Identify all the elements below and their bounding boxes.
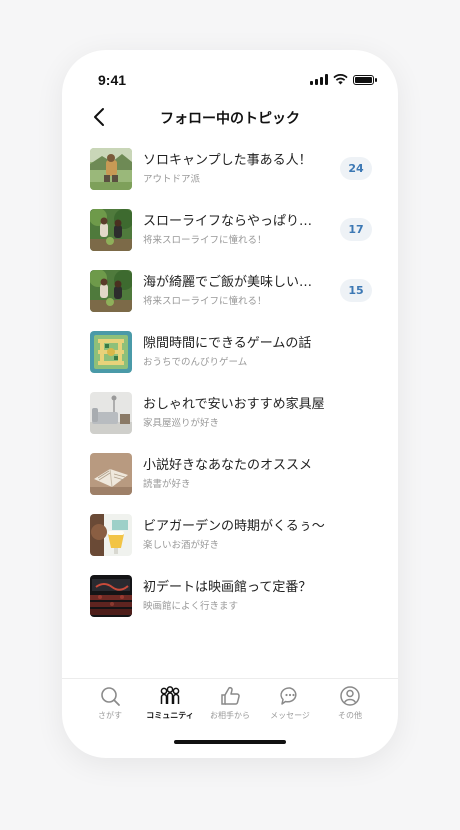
topic-list: ソロキャンプした事ある人！ アウトドア派 24 スローライフならやっぱり… 将来… [90,138,372,626]
topic-row[interactable]: 初デートは映画館って定番？ 映画館によく行きます [90,565,372,626]
signal-icon [310,74,328,85]
page-title: フォロー中のトピック [160,111,300,127]
unread-count-badge: 24 [340,157,372,180]
bottom-tab-bar: さがす コミュニティ お相手から メッセージ その他 [62,678,398,728]
sofa-photo [90,391,132,434]
wifi-icon [333,74,348,85]
topic-title: おしゃれで安いおすすめ家具屋 [143,397,325,412]
topic-title: スローライフならやっぱり… [143,214,313,229]
header: フォロー中のトピック [62,102,398,132]
topic-category: 将来スローライフに憧れる！ [143,235,267,246]
topic-title: 海が綺麗でご飯が美味しい… [143,275,313,290]
battery-icon [353,74,377,85]
topic-title: 初デートは映画館って定番？ [143,580,312,595]
beer-photo [90,513,132,556]
topic-category: 映画館によく行きます [143,601,239,612]
topic-title: ビアガーデンの時期がくるぅ～ [143,519,325,534]
camping-photo [90,147,132,190]
garden-photo [90,269,132,312]
topic-row[interactable]: スローライフならやっぱり… 将来スローライフに憧れる！ 17 [90,199,372,260]
tab-other[interactable]: その他 [320,679,380,728]
message-icon [280,687,297,705]
topic-title: 隙間時間にできるゲームの話 [143,336,312,351]
topic-title: 小説好きなあなたのオススメ [143,458,313,473]
book-photo [90,452,132,495]
phone-frame: 9:41 フォロー中のトピック ソロキャンプした事ある人！ アウトドア派 24 … [62,50,398,758]
home-indicator[interactable] [174,740,286,744]
game-board-photo [90,330,132,373]
cinema-photo [90,574,132,617]
topic-category: 楽しいお酒が好き [143,540,220,551]
topic-row[interactable]: おしゃれで安いおすすめ家具屋 家具屋巡りが好き [90,382,372,443]
community-icon [160,686,180,704]
profile-icon [340,686,360,706]
topic-category: 家具屋巡りが好き [143,418,220,429]
status-icons [310,74,377,85]
topic-category: 将来スローライフに憧れる！ [143,296,267,307]
status-time: 9:41 [98,72,127,88]
unread-count-badge: 15 [340,279,372,302]
status-bar: 9:41 [62,50,398,106]
topic-category: 読書が好き [143,479,191,490]
thumbs-up-icon [221,686,240,705]
garden-photo [90,208,132,251]
unread-count-badge: 17 [340,218,372,241]
tab-label: お相手から [210,711,250,720]
topic-row[interactable]: 隙間時間にできるゲームの話 おうちでのんびりゲーム [90,321,372,382]
search-icon [101,687,120,706]
topic-title: ソロキャンプした事ある人！ [143,153,312,168]
tab-messages[interactable]: メッセージ [260,679,320,728]
tab-from-partner[interactable]: お相手から [200,679,260,728]
tab-label: メッセージ [270,711,310,720]
topic-row[interactable]: ソロキャンプした事ある人！ アウトドア派 24 [90,138,372,199]
tab-label: さがす [98,711,122,720]
topic-row[interactable]: 海が綺麗でご飯が美味しい… 将来スローライフに憧れる！ 15 [90,260,372,321]
topic-category: おうちでのんびりゲーム [143,357,248,368]
tab-label: その他 [338,711,362,720]
tab-community[interactable]: コミュニティ [140,679,200,728]
tab-label: コミュニティ [146,711,194,720]
topic-category: アウトドア派 [143,174,201,185]
topic-row[interactable]: 小説好きなあなたのオススメ 読書が好き [90,443,372,504]
topic-row[interactable]: ビアガーデンの時期がくるぅ～ 楽しいお酒が好き [90,504,372,565]
tab-search[interactable]: さがす [80,679,140,728]
